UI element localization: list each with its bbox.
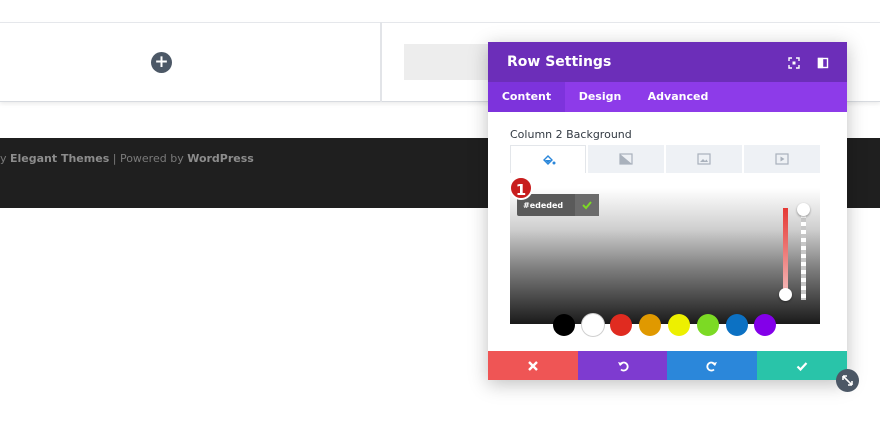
color-swatch-blue[interactable] bbox=[726, 314, 748, 336]
modal-header: Row Settings bbox=[488, 42, 847, 82]
step-badge: 1 bbox=[509, 176, 533, 200]
undo-button[interactable] bbox=[578, 351, 667, 380]
tab-content[interactable]: Content bbox=[488, 82, 565, 112]
tab-advanced[interactable]: Advanced bbox=[644, 82, 712, 112]
color-swatch-green[interactable] bbox=[697, 314, 719, 336]
background-type-tabs bbox=[510, 145, 820, 173]
footer-platform-link[interactable]: WordPress bbox=[187, 152, 254, 165]
column-2-module[interactable] bbox=[404, 44, 490, 80]
sidebar-toggle-icon[interactable] bbox=[816, 55, 830, 69]
cancel-button[interactable] bbox=[488, 351, 578, 380]
save-button[interactable] bbox=[757, 351, 847, 380]
color-swatch-white[interactable] bbox=[582, 314, 604, 336]
fullscreen-icon[interactable] bbox=[787, 55, 801, 69]
redo-icon bbox=[706, 361, 717, 371]
paint-bucket-icon bbox=[543, 155, 556, 165]
section-label: Column 2 Background bbox=[510, 128, 632, 141]
modal-title: Row Settings bbox=[507, 54, 612, 70]
hex-color-box bbox=[517, 194, 599, 216]
bg-tab-video[interactable] bbox=[744, 145, 820, 173]
check-icon bbox=[582, 201, 592, 210]
check-icon bbox=[796, 361, 808, 371]
add-module-button[interactable]: + bbox=[151, 52, 172, 73]
footer-separator: | Powered by bbox=[109, 152, 188, 165]
close-icon bbox=[528, 360, 538, 371]
color-swatch-orange[interactable] bbox=[639, 314, 661, 336]
opacity-slider[interactable] bbox=[801, 206, 806, 300]
color-swatch-black[interactable] bbox=[553, 314, 575, 336]
row-settings-modal: Row Settings Content Design Advanced Col… bbox=[488, 42, 847, 380]
video-icon bbox=[775, 153, 789, 165]
redo-button[interactable] bbox=[667, 351, 757, 380]
tab-design[interactable]: Design bbox=[573, 82, 627, 112]
bg-tab-color[interactable] bbox=[510, 145, 586, 173]
hue-slider-handle[interactable] bbox=[779, 288, 792, 301]
hue-slider[interactable] bbox=[783, 208, 788, 298]
color-swatch-yellow[interactable] bbox=[668, 314, 690, 336]
opacity-slider-handle[interactable] bbox=[797, 203, 810, 216]
resize-handle[interactable] bbox=[836, 369, 859, 392]
color-swatch-purple[interactable] bbox=[754, 314, 776, 336]
hex-confirm-button[interactable] bbox=[575, 194, 599, 216]
bg-tab-gradient[interactable] bbox=[588, 145, 664, 173]
undo-icon bbox=[617, 361, 629, 371]
bg-tab-image[interactable] bbox=[666, 145, 742, 173]
resize-arrows-icon bbox=[842, 375, 853, 386]
footer-prefix: y bbox=[0, 152, 11, 165]
modal-tabs: Content Design Advanced bbox=[488, 82, 847, 112]
footer-credits: y Elegant Themes | Powered by WordPress bbox=[0, 152, 254, 165]
plus-icon: + bbox=[154, 52, 169, 72]
column-divider bbox=[380, 22, 382, 102]
gradient-icon bbox=[619, 153, 633, 165]
color-swatch-red[interactable] bbox=[610, 314, 632, 336]
image-icon bbox=[697, 153, 711, 165]
footer-brand-link[interactable]: Elegant Themes bbox=[10, 152, 109, 165]
